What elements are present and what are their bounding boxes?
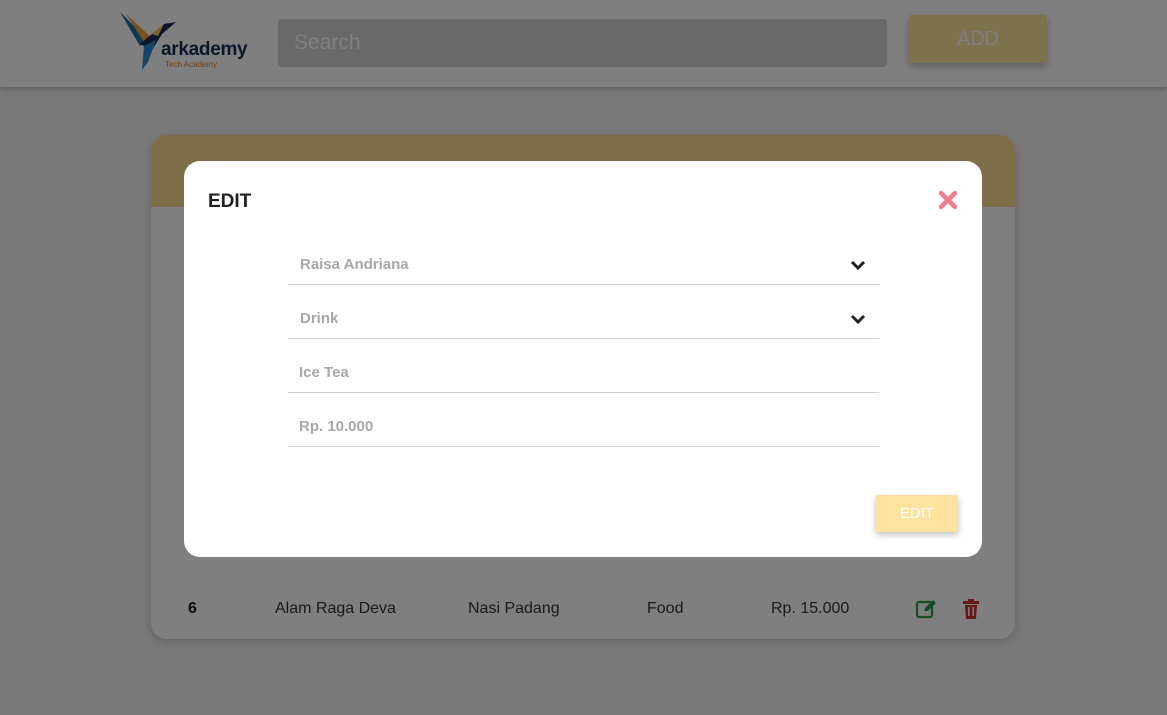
price-input[interactable] xyxy=(288,407,879,446)
edit-submit-button[interactable]: EDIT xyxy=(876,495,958,532)
edit-modal: EDIT Raisa Andriana Drink EDIT xyxy=(184,161,982,557)
cashier-select-value: Raisa Andriana xyxy=(300,256,409,273)
category-select[interactable]: Drink xyxy=(288,299,879,339)
close-icon[interactable] xyxy=(937,189,959,211)
chevron-down-icon xyxy=(850,260,866,271)
product-input[interactable] xyxy=(288,353,879,392)
product-field[interactable] xyxy=(288,353,879,393)
category-select-value: Drink xyxy=(300,310,339,327)
price-field[interactable] xyxy=(288,407,879,447)
cashier-select[interactable]: Raisa Andriana xyxy=(288,245,879,285)
chevron-down-icon xyxy=(850,314,866,325)
modal-title: EDIT xyxy=(208,191,252,212)
